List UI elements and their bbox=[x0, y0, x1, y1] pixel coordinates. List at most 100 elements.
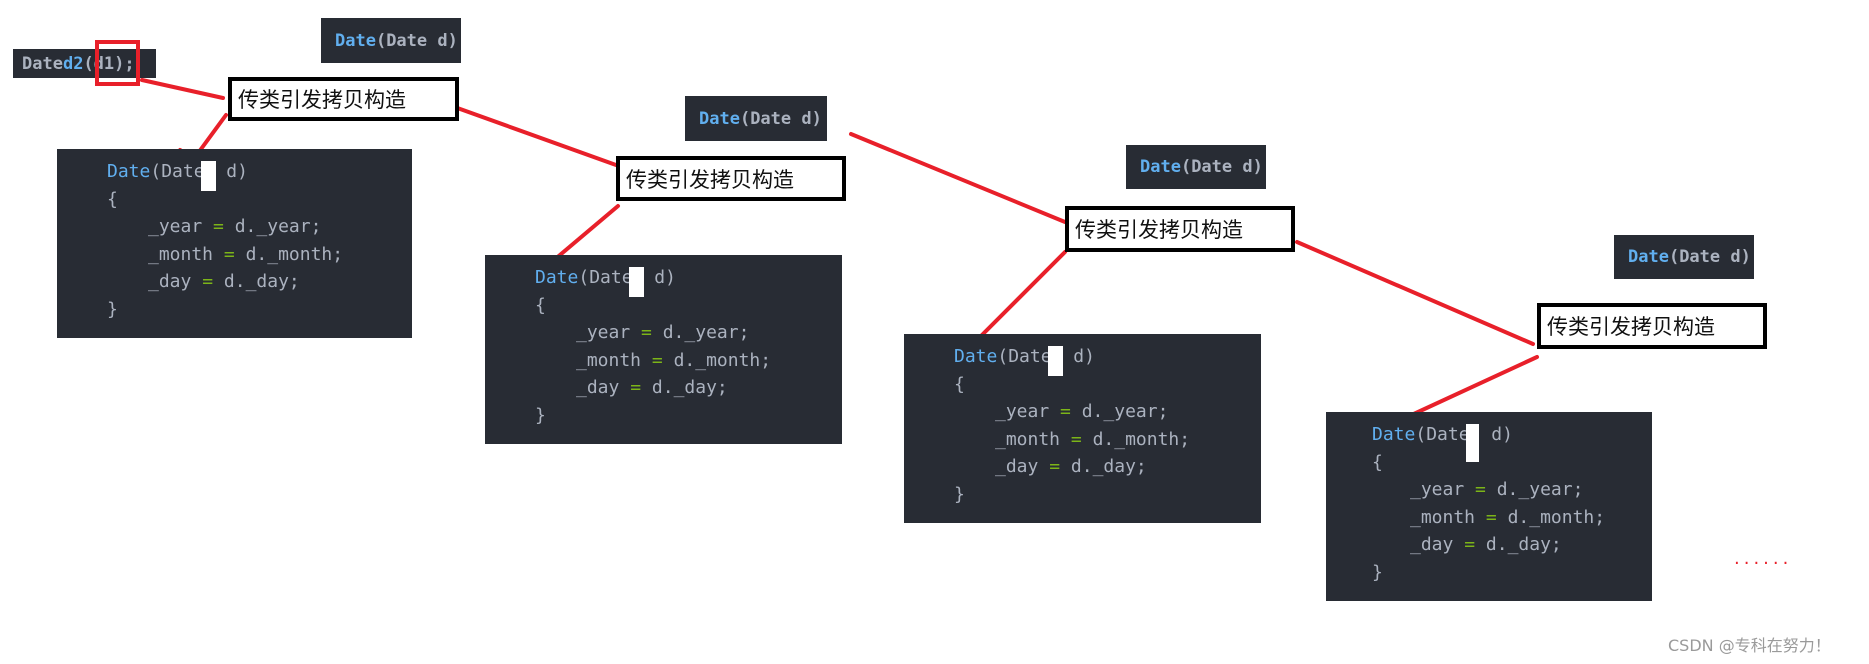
code-lhs: _month bbox=[148, 244, 214, 265]
code-op: = bbox=[1049, 456, 1061, 477]
code-close-brace: } bbox=[1372, 562, 1383, 583]
code-line: _year = d._year; bbox=[148, 213, 321, 241]
code-op: = bbox=[213, 216, 224, 237]
code-open-brace: { bbox=[535, 295, 546, 316]
code-op: = bbox=[202, 271, 214, 292]
code-op: = bbox=[651, 350, 663, 371]
arrow-line bbox=[447, 103, 618, 167]
code-rhs: d._year; bbox=[234, 216, 322, 237]
code-signature: Date(Date d) bbox=[107, 158, 248, 186]
code-line: _day = d._day; bbox=[148, 268, 300, 296]
copy-ctor-label: 传类引发拷贝构造 bbox=[1537, 303, 1767, 349]
copy-ctor-label: 传类引发拷贝构造 bbox=[616, 156, 846, 201]
arrow-line bbox=[849, 132, 1067, 224]
code-lhs: _year bbox=[1410, 479, 1465, 500]
code-close-brace: } bbox=[535, 405, 546, 426]
sig-name: Date bbox=[335, 30, 376, 51]
code-lhs: _day bbox=[576, 377, 620, 398]
code-lhs: _day bbox=[148, 271, 192, 292]
code-line: _year = d._year; bbox=[576, 319, 749, 347]
code-rhs: d._month; bbox=[1092, 429, 1191, 450]
code-fn-name: Date bbox=[1372, 424, 1416, 445]
code-rhs: d._year; bbox=[1081, 401, 1169, 422]
code-op: = bbox=[1464, 534, 1476, 555]
sig-params: (Date d) bbox=[1668, 247, 1751, 267]
code-lhs: _year bbox=[576, 322, 631, 343]
ellipsis: ...... bbox=[1734, 548, 1793, 569]
text-cursor bbox=[1048, 346, 1063, 376]
text-cursor bbox=[629, 267, 644, 297]
code-rhs: d._month; bbox=[1507, 507, 1606, 528]
copy-ctor-label: 传类引发拷贝构造 bbox=[1065, 206, 1295, 252]
code-param-name: d) bbox=[1480, 424, 1513, 445]
arrow-line bbox=[1295, 240, 1535, 346]
code-param-type: (Date bbox=[997, 346, 1052, 367]
code-close-brace: } bbox=[954, 484, 965, 505]
code-line: _month = d._month; bbox=[995, 426, 1190, 454]
watermark: CSDN @专科在努力！ bbox=[1668, 636, 1831, 655]
copy-constructor-code: Date(Date d) { _year = d._year; _month =… bbox=[57, 149, 412, 338]
code-line: _month = d._month; bbox=[576, 347, 771, 375]
arrow-line bbox=[140, 78, 225, 100]
text-cursor bbox=[201, 161, 216, 191]
code-param-type: (Date bbox=[150, 161, 205, 182]
signature-snippet: Date (Date d) bbox=[321, 18, 461, 63]
code-signature: Date(Date d) bbox=[535, 264, 676, 292]
code-line: _year = d._year; bbox=[995, 398, 1168, 426]
code-param-type: (Date bbox=[1415, 424, 1470, 445]
code-signature: Date(Date d) bbox=[1372, 421, 1513, 449]
code-fn-name: Date bbox=[107, 161, 151, 182]
code-param-type: (Date bbox=[578, 267, 633, 288]
sig-name: Date bbox=[1140, 157, 1181, 177]
code-rhs: d._year; bbox=[662, 322, 750, 343]
code-signature: Date(Date d) bbox=[954, 343, 1095, 371]
sig-params: (Date d) bbox=[1180, 157, 1263, 177]
code-lhs: _month bbox=[1410, 507, 1476, 528]
sig-params: (Date d) bbox=[375, 30, 458, 51]
code-line: _year = d._year; bbox=[1410, 476, 1583, 504]
code-op: = bbox=[1485, 507, 1497, 528]
code-fn-name: Date bbox=[954, 346, 998, 367]
arrow-line bbox=[1403, 355, 1539, 420]
code-open-brace: { bbox=[107, 189, 118, 210]
arrow-line bbox=[972, 250, 1067, 345]
copy-ctor-label: 传类引发拷贝构造 bbox=[228, 77, 459, 121]
text-cursor bbox=[1466, 424, 1479, 462]
signature-snippet: Date (Date d) bbox=[1126, 145, 1266, 189]
code-lhs: _year bbox=[148, 216, 203, 237]
code-open-brace: { bbox=[1372, 452, 1383, 473]
code-rhs: d._month; bbox=[245, 244, 344, 265]
code-op: = bbox=[630, 377, 642, 398]
code-lhs: _month bbox=[576, 350, 642, 371]
code-line: _month = d._month; bbox=[1410, 504, 1605, 532]
sig-name: Date bbox=[1628, 247, 1669, 267]
code-op: = bbox=[641, 322, 652, 343]
code-op: = bbox=[1475, 479, 1486, 500]
code-param-name: d) bbox=[643, 267, 676, 288]
code-close-brace: } bbox=[107, 299, 118, 320]
code-rhs: d._day; bbox=[651, 377, 728, 398]
code-rhs: d._year; bbox=[1496, 479, 1584, 500]
code-line: _day = d._day; bbox=[995, 453, 1147, 481]
signature-snippet: Date (Date d) bbox=[685, 96, 827, 141]
code-param-name: d) bbox=[215, 161, 248, 182]
code-lhs: _month bbox=[995, 429, 1061, 450]
copy-constructor-code: Date(Date d) { _year = d._year; _month =… bbox=[485, 255, 842, 444]
code-rhs: d._day; bbox=[1070, 456, 1147, 477]
code-line: _day = d._day; bbox=[1410, 531, 1562, 559]
sig-params: (Date d) bbox=[739, 108, 822, 129]
code-rhs: d._month; bbox=[673, 350, 772, 371]
sig-name: Date bbox=[699, 108, 740, 129]
code-op: = bbox=[1060, 401, 1071, 422]
code-param-name: d) bbox=[1062, 346, 1095, 367]
code-fn-name: Date bbox=[535, 267, 579, 288]
copy-constructor-code: Date(Date d) { _year = d._year; _month =… bbox=[904, 334, 1261, 523]
code-lhs: _day bbox=[995, 456, 1039, 477]
copy-constructor-code: Date(Date d) { _year = d._year; _month =… bbox=[1326, 412, 1652, 601]
code-lhs: _year bbox=[995, 401, 1050, 422]
code-lhs: _day bbox=[1410, 534, 1454, 555]
code-line: _day = d._day; bbox=[576, 374, 728, 402]
code-rhs: d._day; bbox=[223, 271, 300, 292]
code-line: _month = d._month; bbox=[148, 241, 343, 269]
code-open-brace: { bbox=[954, 374, 965, 395]
